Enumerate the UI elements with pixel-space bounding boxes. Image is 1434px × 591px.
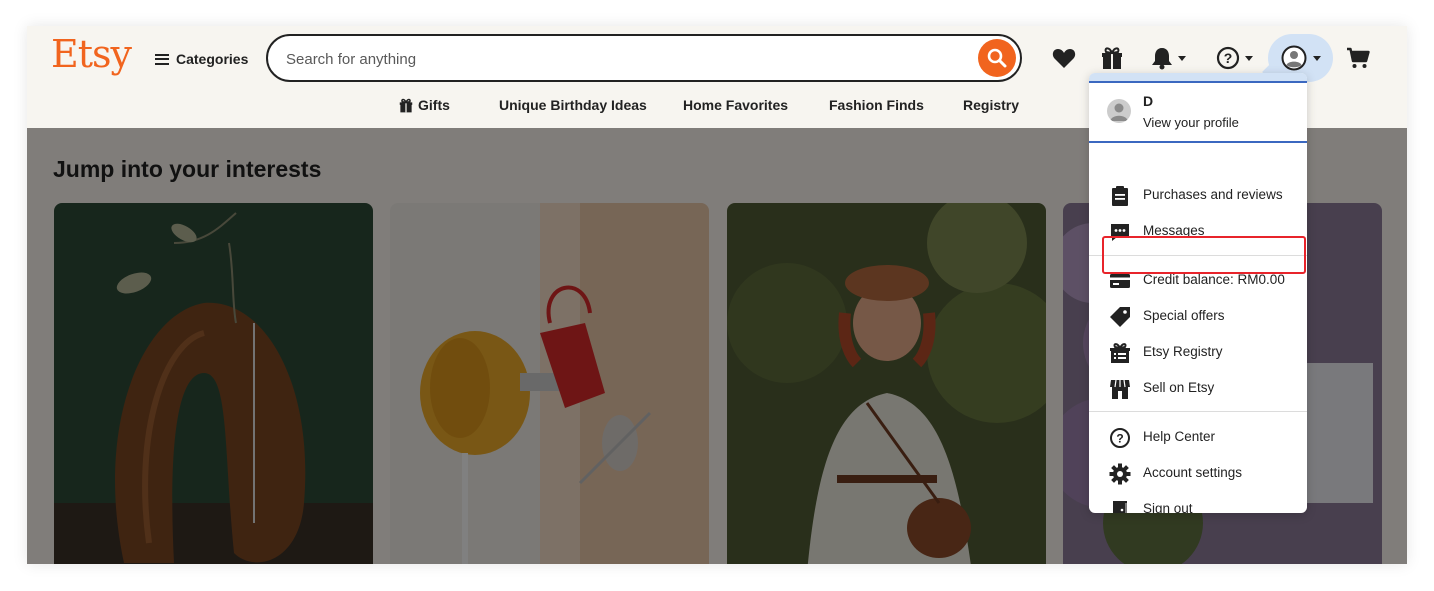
menu-item-label: Etsy Registry bbox=[1143, 344, 1223, 359]
heart-icon bbox=[1052, 49, 1076, 68]
account-icon bbox=[1281, 45, 1306, 71]
help-circle-icon: ? bbox=[1110, 428, 1130, 448]
menu-item-label: Purchases and reviews bbox=[1143, 187, 1283, 202]
favorites-button[interactable] bbox=[1050, 40, 1078, 76]
profile-name: D bbox=[1143, 93, 1154, 109]
menu-item-purchases[interactable]: Purchases and reviews bbox=[1089, 179, 1307, 211]
account-dropdown-menu: D View your profile Purchases and review… bbox=[1089, 73, 1307, 513]
menu-item-label: Sell on Etsy bbox=[1143, 380, 1215, 395]
chevron-down-icon bbox=[1244, 55, 1253, 61]
store-icon bbox=[1110, 379, 1130, 399]
hamburger-icon bbox=[155, 53, 169, 65]
subnav-item[interactable]: Fashion Finds bbox=[829, 96, 924, 114]
cart-icon bbox=[1347, 47, 1370, 68]
chevron-down-icon bbox=[1312, 55, 1321, 61]
help-icon: ? bbox=[1216, 46, 1239, 70]
search-button[interactable] bbox=[978, 39, 1016, 77]
door-icon bbox=[1113, 501, 1127, 513]
highlight-box bbox=[1102, 236, 1306, 274]
search-input[interactable] bbox=[286, 48, 966, 70]
menu-item-sign-out[interactable]: Sign out bbox=[1089, 493, 1307, 513]
menu-item-label: Account settings bbox=[1143, 465, 1243, 480]
bell-icon bbox=[1151, 48, 1172, 70]
chevron-down-icon bbox=[1177, 55, 1186, 61]
search-bar bbox=[266, 34, 1022, 82]
gear-icon bbox=[1109, 463, 1131, 485]
search-icon bbox=[987, 48, 1007, 68]
subnav-gifts[interactable]: Gifts bbox=[399, 96, 450, 114]
etsy-logo[interactable]: Etsy bbox=[51, 32, 132, 76]
subnav-item[interactable]: Unique Birthday Ideas bbox=[499, 96, 647, 114]
subnav-item[interactable]: Registry bbox=[963, 96, 1019, 114]
clipboard-icon bbox=[1112, 186, 1128, 206]
registry-icon bbox=[1110, 343, 1130, 363]
menu-divider bbox=[1089, 411, 1307, 412]
gift-icon bbox=[1102, 47, 1122, 69]
gift-icon bbox=[399, 98, 413, 112]
tag-icon bbox=[1110, 307, 1130, 327]
view-profile-label: View your profile bbox=[1143, 115, 1239, 130]
cart-button[interactable] bbox=[1344, 40, 1372, 76]
view-profile-link[interactable]: D View your profile bbox=[1089, 85, 1307, 143]
menu-item-help-center[interactable]: ? Help Center bbox=[1089, 421, 1307, 453]
menu-item-label: Help Center bbox=[1143, 429, 1216, 444]
categories-button[interactable]: Categories bbox=[155, 48, 248, 70]
menu-top-accent bbox=[1089, 73, 1307, 83]
subnav-item[interactable]: Home Favorites bbox=[683, 96, 788, 114]
menu-item-sell-on-etsy[interactable]: Sell on Etsy bbox=[1089, 372, 1307, 404]
menu-item-account-settings[interactable]: Account settings bbox=[1089, 457, 1307, 489]
menu-item-label: Sign out bbox=[1143, 501, 1193, 513]
subnav-gifts-label: Gifts bbox=[418, 97, 450, 113]
menu-item-special-offers[interactable]: Special offers bbox=[1089, 300, 1307, 332]
help-button[interactable]: ? bbox=[1211, 40, 1257, 76]
menu-item-label: Credit balance: RM0.00 bbox=[1143, 272, 1285, 287]
categories-label: Categories bbox=[176, 51, 249, 67]
svg-text:?: ? bbox=[1116, 432, 1123, 446]
menu-item-label: Special offers bbox=[1143, 308, 1225, 323]
menu-item-etsy-registry[interactable]: Etsy Registry bbox=[1089, 336, 1307, 368]
avatar bbox=[1107, 99, 1131, 123]
gift-mode-button[interactable] bbox=[1098, 40, 1126, 76]
notifications-button[interactable] bbox=[1145, 40, 1191, 76]
svg-text:?: ? bbox=[1223, 50, 1232, 66]
